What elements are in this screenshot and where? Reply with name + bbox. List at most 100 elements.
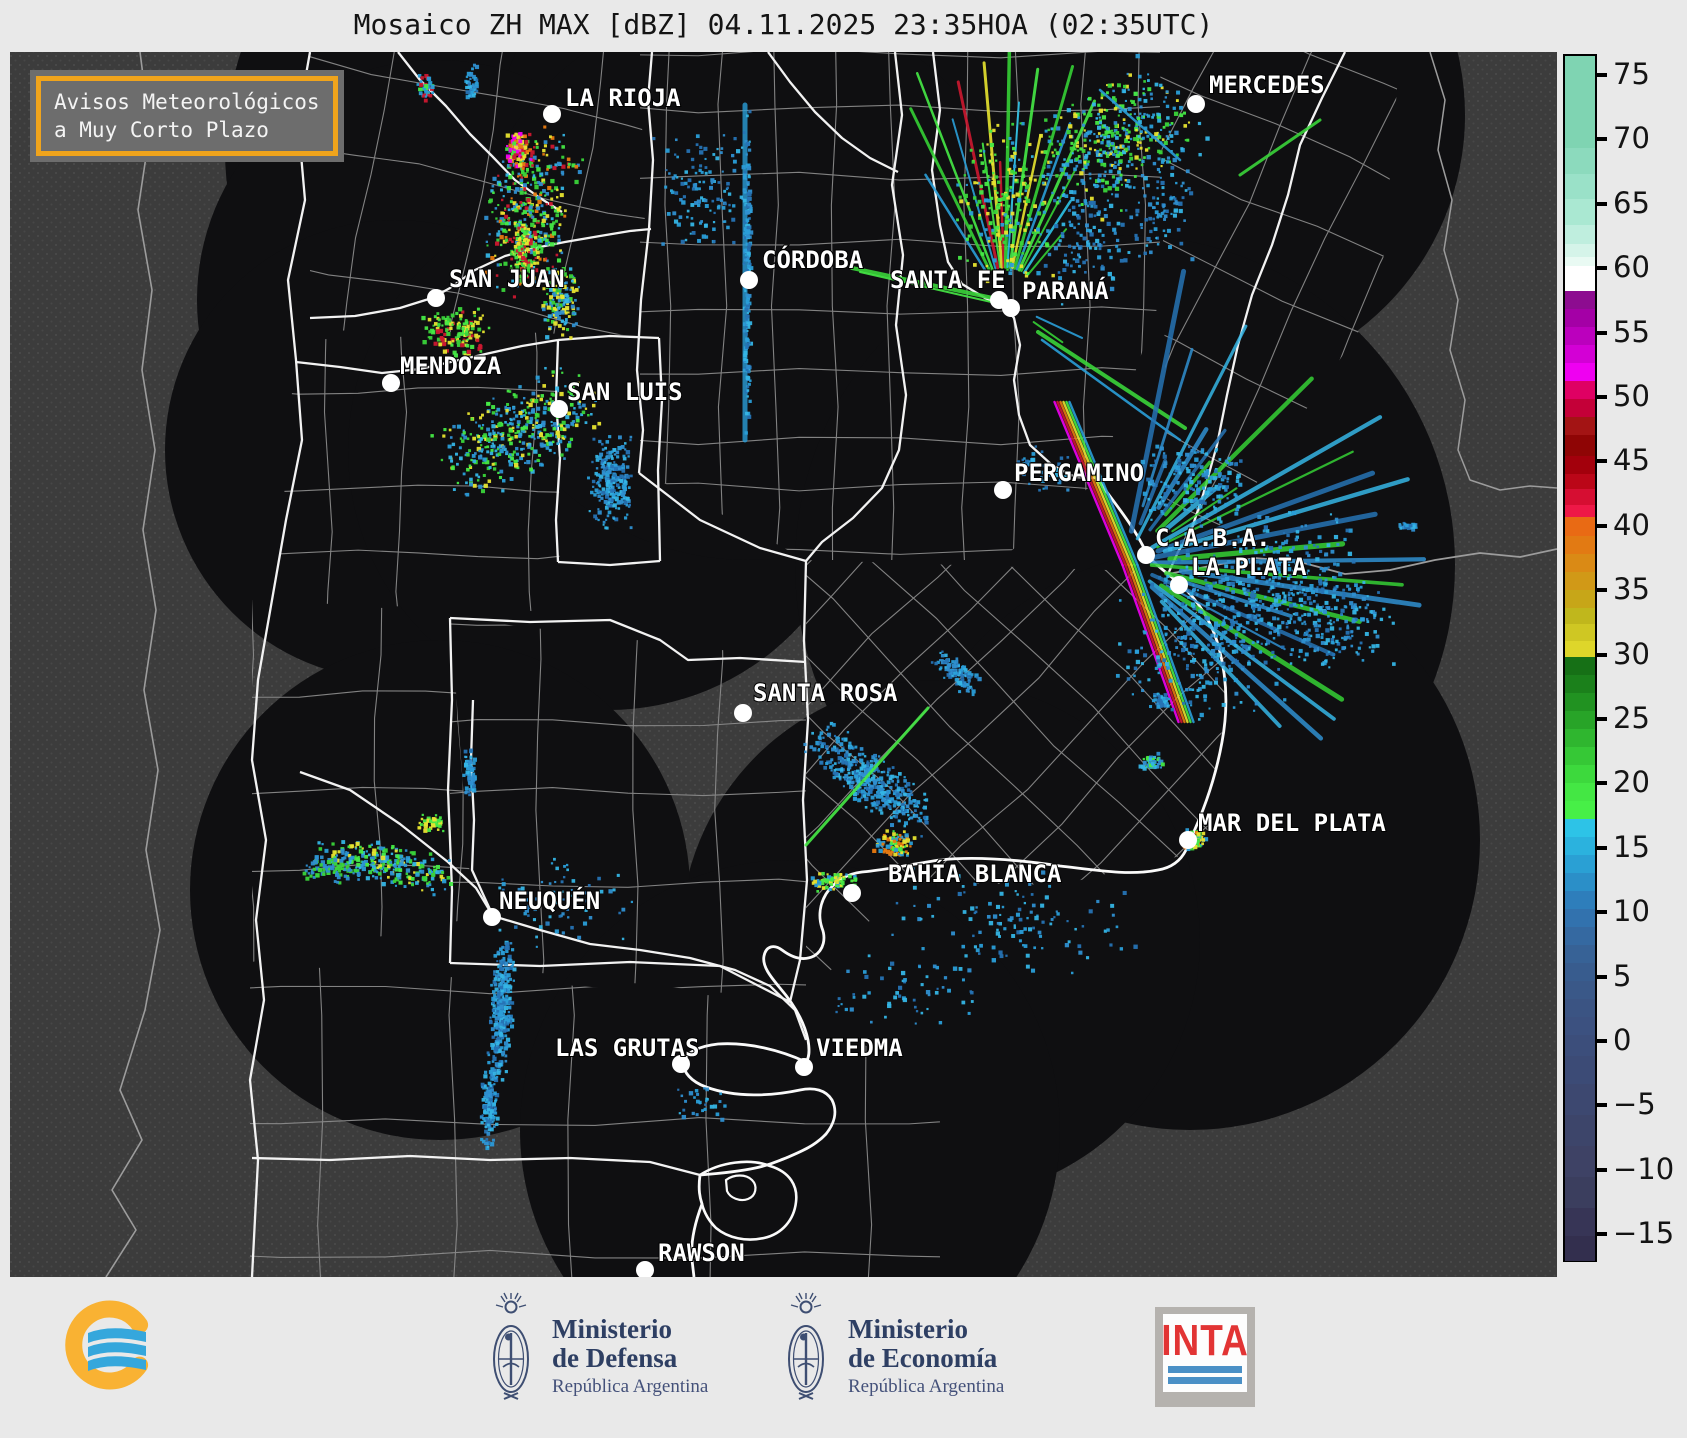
city-label: VIEDMA — [816, 1034, 903, 1062]
colorbar-tick-label: −5 — [1613, 1087, 1656, 1121]
colorbar-tick-mark — [1595, 975, 1607, 979]
city-label: RAWSON — [658, 1239, 745, 1267]
colorbar-tick-label: 5 — [1613, 959, 1631, 993]
warnings-line-1: Avisos Meteorológicos — [54, 88, 320, 116]
inta-bar-1 — [1168, 1366, 1242, 1373]
colorbar-segment — [1565, 225, 1595, 244]
economia-line1: Ministerio — [848, 1315, 1004, 1344]
colorbar-segment — [1565, 291, 1595, 309]
colorbar-segment — [1565, 1236, 1595, 1260]
warnings-line-2: a Muy Corto Plazo — [54, 116, 320, 144]
colorbar-segment — [1565, 963, 1595, 981]
colorbar-segment — [1565, 327, 1595, 345]
colorbar-segment — [1565, 1115, 1595, 1146]
colorbar-tick-mark — [1595, 653, 1607, 657]
city-marker — [427, 289, 445, 307]
colorbar-tick-mark — [1595, 1039, 1607, 1043]
colorbar-segment — [1565, 624, 1595, 641]
colorbar-segment — [1565, 489, 1595, 504]
colorbar-tick-mark — [1595, 395, 1607, 399]
warnings-overlay-box[interactable]: Avisos Meteorológicos a Muy Corto Plazo — [30, 70, 344, 162]
colorbar-segment — [1565, 363, 1595, 381]
figure-title: Mosaico ZH MAX [dBZ] 04.11.2025 23:35HOA… — [10, 8, 1557, 41]
colorbar-tick-mark — [1595, 331, 1607, 335]
colorbar-tick-mark — [1595, 266, 1607, 270]
colorbar-segment — [1565, 783, 1595, 801]
colorbar-segment — [1565, 417, 1595, 435]
colorbar-segment — [1565, 435, 1595, 456]
colorbar-segment — [1565, 148, 1595, 174]
city-label: SANTA ROSA — [753, 679, 898, 707]
colorbar-tick-mark — [1595, 1232, 1607, 1236]
city-label: CÓRDOBA — [762, 244, 864, 274]
colorbar-tick-label: 10 — [1613, 894, 1650, 928]
city-label: PARANÁ — [1022, 276, 1109, 305]
colorbar-segment — [1565, 536, 1595, 554]
city-label: C.A.B.A. — [1155, 524, 1271, 552]
colorbar-segment — [1565, 711, 1595, 729]
reflectivity-colorbar — [1563, 54, 1597, 1262]
colorbar-segment — [1565, 1146, 1595, 1177]
colorbar-tick-mark — [1595, 846, 1607, 850]
colorbar-segment — [1565, 257, 1595, 266]
colorbar-tick-mark — [1595, 1168, 1607, 1172]
colorbar-segment — [1565, 1017, 1595, 1035]
colorbar-segment — [1565, 927, 1595, 945]
defensa-line2: de Defensa — [552, 1344, 708, 1373]
colorbar-tick-label: 35 — [1613, 572, 1650, 606]
city-marker — [1002, 299, 1020, 317]
city-marker — [1170, 576, 1188, 594]
colorbar-segment — [1565, 608, 1595, 625]
colorbar-tick-label: −10 — [1613, 1152, 1674, 1186]
colorbar-segment — [1565, 729, 1595, 747]
inta-logo: INTA — [1155, 1307, 1255, 1407]
colorbar-tick-mark — [1595, 588, 1607, 592]
colorbar-tick-label: 70 — [1613, 121, 1650, 155]
colorbar-segment — [1565, 1177, 1595, 1208]
economia-logo-text: Ministerio de Economía República Argenti… — [848, 1315, 1004, 1398]
city-label: LA RIOJA — [565, 84, 681, 112]
inta-label: INTA — [1161, 1316, 1249, 1366]
city-marker — [550, 400, 568, 418]
city-marker — [382, 374, 400, 392]
smn-logo — [58, 1295, 173, 1415]
defensa-sub: República Argentina — [552, 1376, 708, 1398]
city-marker — [994, 481, 1012, 499]
colorbar-tick-label: 50 — [1613, 379, 1650, 413]
city-marker — [1187, 95, 1205, 113]
colorbar-segment — [1565, 675, 1595, 693]
city-marker — [795, 1058, 813, 1076]
colorbar-segment — [1565, 345, 1595, 363]
colorbar-segment — [1565, 747, 1595, 765]
colorbar-segment — [1565, 244, 1595, 257]
colorbar-segment — [1565, 765, 1595, 783]
colorbar-tick-mark — [1595, 1103, 1607, 1107]
colorbar-tick-label: 65 — [1613, 186, 1650, 220]
colorbar-tick-label: 25 — [1613, 701, 1650, 735]
colorbar-segment — [1565, 399, 1595, 417]
colorbar-segment — [1565, 641, 1595, 656]
colorbar-segment — [1565, 266, 1595, 290]
colorbar-tick-mark — [1595, 137, 1607, 141]
city-label: LAS GRUTAS — [555, 1034, 700, 1062]
city-label: MAR DEL PLATA — [1198, 809, 1386, 837]
colorbar-tick-mark — [1595, 202, 1607, 206]
colorbar-segment — [1565, 873, 1595, 891]
city-marker — [843, 884, 861, 902]
city-marker — [1137, 546, 1155, 564]
colorbar-segment — [1565, 981, 1595, 999]
colorbar-segment — [1565, 554, 1595, 572]
city-label: MENDOZA — [400, 352, 502, 380]
colorbar-segment — [1565, 474, 1595, 489]
economia-coat-of-arms-icon — [775, 1287, 837, 1422]
colorbar-segment — [1565, 572, 1595, 590]
colorbar-segment — [1565, 819, 1595, 837]
colorbar-segment — [1565, 1056, 1595, 1084]
colorbar-tick-label: 40 — [1613, 508, 1650, 542]
colorbar-tick-mark — [1595, 524, 1607, 528]
city-label: BAHÍA BLANCA — [888, 859, 1062, 888]
city-marker — [1179, 831, 1197, 849]
colorbar-tick-label: 55 — [1613, 315, 1650, 349]
radar-map: LA RIOJAMERCEDESSAN JUANCÓRDOBASANTA FEP… — [10, 52, 1557, 1277]
colorbar-segment — [1565, 1208, 1595, 1236]
